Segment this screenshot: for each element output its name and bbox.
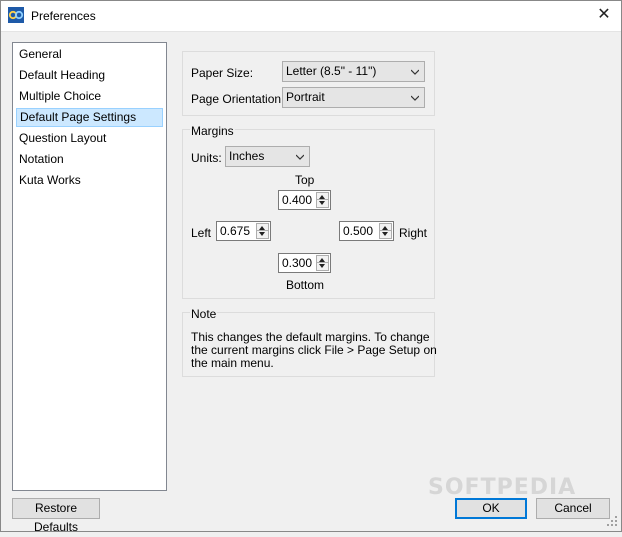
ok-button[interactable]: OK xyxy=(455,498,527,519)
sidebar-item-default-heading[interactable]: Default Heading xyxy=(16,66,163,85)
units-label: Units: xyxy=(191,151,222,165)
sidebar-item-notation[interactable]: Notation xyxy=(16,150,163,169)
units-select[interactable]: Inches xyxy=(225,146,310,167)
paper-size-label: Paper Size: xyxy=(191,66,254,80)
sidebar-item-general[interactable]: General xyxy=(16,45,163,64)
sidebar: General Default Heading Multiple Choice … xyxy=(12,42,167,491)
spinner-arrows-icon[interactable] xyxy=(256,223,269,239)
cancel-button[interactable]: Cancel xyxy=(536,498,610,519)
spinner-arrows-icon[interactable] xyxy=(379,223,392,239)
resize-grip-icon[interactable] xyxy=(603,512,619,528)
bottom-margin-spinner[interactable]: 0.300 xyxy=(278,253,331,273)
paper-size-select[interactable]: Letter (8.5" - 11") xyxy=(282,61,425,82)
top-margin-value: 0.400 xyxy=(282,193,313,207)
right-margin-spinner[interactable]: 0.500 xyxy=(339,221,394,241)
spinner-arrows-icon[interactable] xyxy=(316,255,329,271)
watermark: SOFTPEDIA xyxy=(428,475,577,500)
restore-defaults-button[interactable]: Restore Defaults xyxy=(12,498,100,534)
sidebar-item-kuta-works[interactable]: Kuta Works xyxy=(16,171,163,190)
units-value: Inches xyxy=(229,149,265,163)
paper-size-value: Letter (8.5" - 11") xyxy=(286,64,377,78)
chevron-down-icon xyxy=(296,154,304,160)
sidebar-item-default-page-settings[interactable]: Default Page Settings xyxy=(16,108,163,127)
page-orientation-label: Page Orientation: xyxy=(191,92,285,106)
chevron-down-icon xyxy=(411,69,419,75)
spinner-arrows-icon[interactable] xyxy=(316,192,329,208)
page-orientation-select[interactable]: Portrait xyxy=(282,87,425,108)
sidebar-item-question-layout[interactable]: Question Layout xyxy=(16,129,163,148)
note-group-label: Note xyxy=(190,307,218,321)
left-margin-value: 0.675 xyxy=(220,224,251,238)
left-margin-label: Left xyxy=(191,226,212,240)
sidebar-item-multiple-choice[interactable]: Multiple Choice xyxy=(16,87,163,106)
right-margin-label: Right xyxy=(399,226,428,240)
bottom-margin-label: Bottom xyxy=(286,278,325,292)
note-line-3: the main menu. xyxy=(191,356,274,370)
window-title: Preferences xyxy=(31,9,96,23)
bottom-margin-value: 0.300 xyxy=(282,256,313,270)
margins-group-label: Margins xyxy=(190,124,235,138)
top-margin-spinner[interactable]: 0.400 xyxy=(278,190,331,210)
left-margin-spinner[interactable]: 0.675 xyxy=(216,221,271,241)
page-orientation-value: Portrait xyxy=(286,90,325,104)
chevron-down-icon xyxy=(411,95,419,101)
right-margin-value: 0.500 xyxy=(343,224,374,238)
app-icon xyxy=(8,7,24,23)
note-line-1: This changes the default margins. To cha… xyxy=(191,330,430,344)
close-icon[interactable]: ✕ xyxy=(592,4,616,26)
top-margin-label: Top xyxy=(295,173,315,187)
note-line-2: the current margins click File > Page Se… xyxy=(191,343,437,357)
